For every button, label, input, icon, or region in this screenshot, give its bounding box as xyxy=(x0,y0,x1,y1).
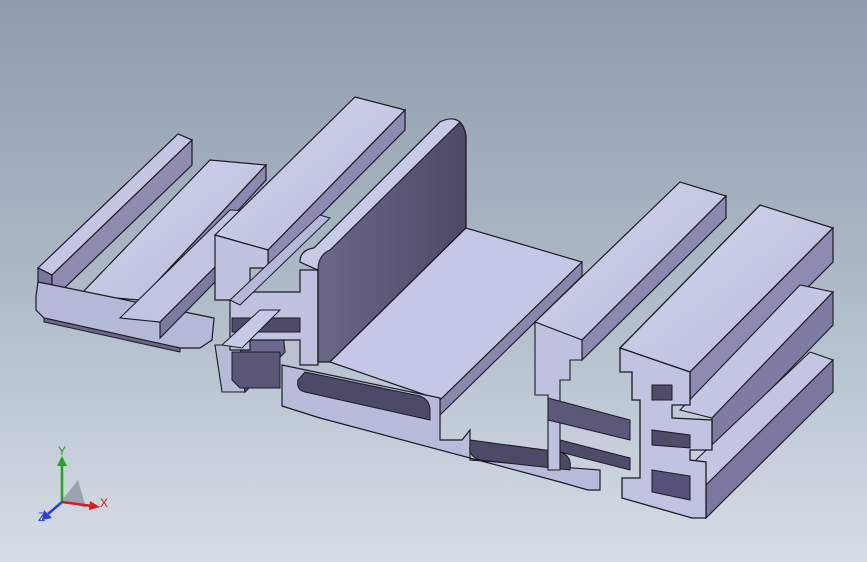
z-axis-label: Z xyxy=(38,510,46,524)
orientation-triad[interactable]: Y X Z xyxy=(30,440,120,530)
x-axis-label: X xyxy=(100,496,109,510)
y-axis-label: Y xyxy=(58,444,67,458)
graphics-viewport[interactable]: Y X Z xyxy=(0,0,867,562)
extrusion-model[interactable] xyxy=(0,0,867,562)
z-axis-icon xyxy=(47,501,63,515)
